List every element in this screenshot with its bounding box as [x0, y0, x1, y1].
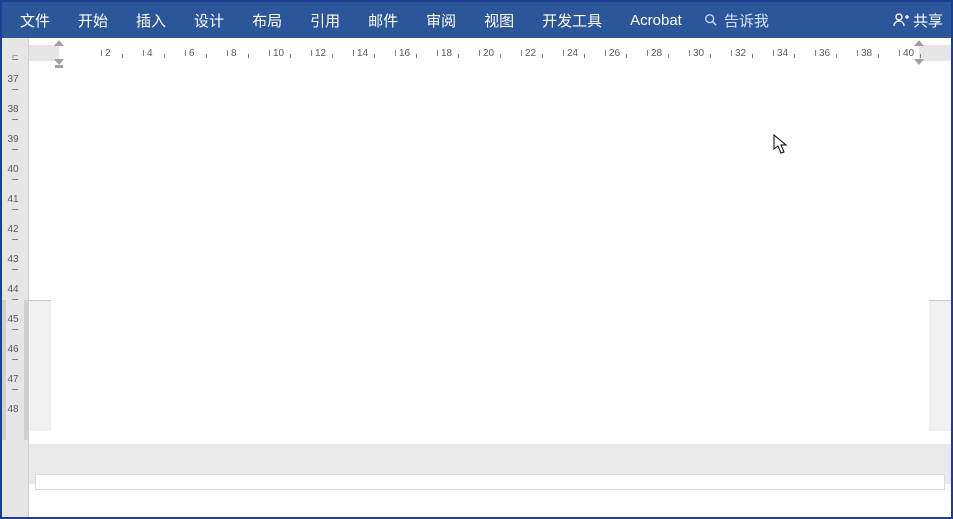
ribbon-tab[interactable]: 邮件 [354, 2, 412, 38]
hruler-minor-tick [500, 45, 504, 61]
vruler-tick: 42 [6, 224, 24, 235]
vruler-minor-tick [6, 149, 24, 150]
hruler-minor-tick [752, 45, 756, 61]
vruler-minor-tick [6, 119, 24, 120]
vruler-minor-tick [6, 269, 24, 270]
vruler-minor-tick [6, 389, 24, 390]
vruler-minor-tick [6, 89, 24, 90]
ribbon-tab[interactable]: 开始 [64, 2, 122, 38]
vruler-minor-tick [6, 59, 24, 60]
hruler-minor-tick [668, 45, 672, 61]
horizontal-ruler[interactable]: 246810121416182022242628303234363840 [29, 38, 951, 68]
hruler-minor-tick [794, 45, 798, 61]
vruler-minor-tick [6, 209, 24, 210]
page-margin-right [929, 300, 951, 431]
ribbon-tab[interactable]: 设计 [180, 2, 238, 38]
hruler-tick: 40 [899, 45, 914, 61]
vertical-ruler[interactable]: 37 38 39 40 41 42 43 44 45 46 47 48 [2, 68, 29, 517]
next-page-edge [35, 474, 945, 490]
hruler-tick: 38 [857, 45, 872, 61]
share-button[interactable]: 共享 [885, 10, 951, 31]
hruler-ticks: 246810121416182022242628303234363840 [29, 45, 951, 61]
hruler-minor-tick [836, 45, 840, 61]
hruler-tick: 32 [731, 45, 746, 61]
vruler-minor-tick [6, 329, 24, 330]
workspace: 37 38 39 40 41 42 43 44 45 46 47 48 [2, 68, 951, 517]
hruler-tick: 8 [227, 45, 237, 61]
hruler-tick: 28 [647, 45, 662, 61]
hruler-minor-tick [584, 45, 588, 61]
hruler-tick: 2 [101, 45, 111, 61]
hruler-tick: 6 [185, 45, 195, 61]
vruler-tick: 43 [6, 254, 24, 265]
first-line-indent-marker[interactable] [54, 40, 64, 46]
ruler-corner[interactable]: ⌐ [2, 38, 29, 68]
page-margin-left [29, 300, 51, 431]
hruler-tick: 22 [521, 45, 536, 61]
hruler-minor-tick [626, 45, 630, 61]
hruler-minor-tick [122, 45, 126, 61]
hruler-tick: 30 [689, 45, 704, 61]
ribbon-tab[interactable]: 开发工具 [528, 2, 616, 38]
vruler-tick: 48 [6, 404, 24, 415]
hruler-minor-tick [290, 45, 294, 61]
hruler-tick: 14 [353, 45, 368, 61]
vruler-minor-tick [6, 179, 24, 180]
hruler-minor-tick [710, 45, 714, 61]
vruler-tick: 45 [6, 314, 24, 325]
hruler-minor-tick [542, 45, 546, 61]
hruler-minor-tick [248, 45, 252, 61]
hruler-minor-tick [458, 45, 462, 61]
hruler-tick: 26 [605, 45, 620, 61]
hruler-minor-tick [374, 45, 378, 61]
horizontal-ruler-row: ⌐ 246810121416182022242628303234363840 [2, 38, 951, 68]
hruler-tick: 36 [815, 45, 830, 61]
hruler-tick: 18 [437, 45, 452, 61]
hruler-tick: 12 [311, 45, 326, 61]
right-indent-marker-top[interactable] [914, 40, 924, 46]
vruler-tick: 39 [6, 134, 24, 145]
vruler-tick: 38 [6, 104, 24, 115]
hruler-minor-tick [206, 45, 210, 61]
tell-me-placeholder: 告诉我 [724, 10, 769, 31]
ribbon-tabs: 文件开始插入设计布局引用邮件审阅视图开发工具Acrobat 告诉我 共享 [2, 2, 951, 38]
share-icon [893, 12, 909, 28]
hruler-minor-tick [416, 45, 420, 61]
ribbon-tab[interactable]: 文件 [6, 2, 64, 38]
vruler-tick: 37 [6, 74, 24, 85]
hruler-tick: 20 [479, 45, 494, 61]
search-icon [704, 13, 718, 27]
hruler-tick: 24 [563, 45, 578, 61]
hruler-tick: 34 [773, 45, 788, 61]
hruler-tick: 4 [143, 45, 153, 61]
document-area[interactable] [29, 68, 951, 517]
vruler-tick: 46 [6, 344, 24, 355]
ribbon-tab[interactable]: 引用 [296, 2, 354, 38]
ribbon-tab[interactable]: Acrobat [616, 2, 696, 38]
vruler-ticks: 37 38 39 40 41 42 43 44 45 46 47 48 [6, 68, 24, 517]
mouse-cursor-icon [773, 134, 791, 161]
vruler-minor-tick [6, 359, 24, 360]
vruler-tick: 41 [6, 194, 24, 205]
hruler-minor-tick [332, 45, 336, 61]
ribbon-tab[interactable]: 插入 [122, 2, 180, 38]
hruler-tick: 16 [395, 45, 410, 61]
tab-stop-selector-icon: ⌐ [12, 51, 18, 62]
hruler-minor-tick [878, 45, 882, 61]
tell-me-search[interactable]: 告诉我 [696, 10, 777, 31]
vruler-tick: 47 [6, 374, 24, 385]
ribbon-tab[interactable]: 视图 [470, 2, 528, 38]
ribbon-tab[interactable]: 审阅 [412, 2, 470, 38]
hruler-minor-tick [164, 45, 168, 61]
vruler-tick: 40 [6, 164, 24, 175]
vruler-minor-tick [6, 299, 24, 300]
share-label: 共享 [913, 10, 943, 31]
ribbon-tab[interactable]: 布局 [238, 2, 296, 38]
hruler-tick: 10 [269, 45, 284, 61]
vruler-minor-tick [6, 239, 24, 240]
right-indent-marker[interactable] [914, 59, 924, 65]
vruler-tick: 44 [6, 284, 24, 295]
